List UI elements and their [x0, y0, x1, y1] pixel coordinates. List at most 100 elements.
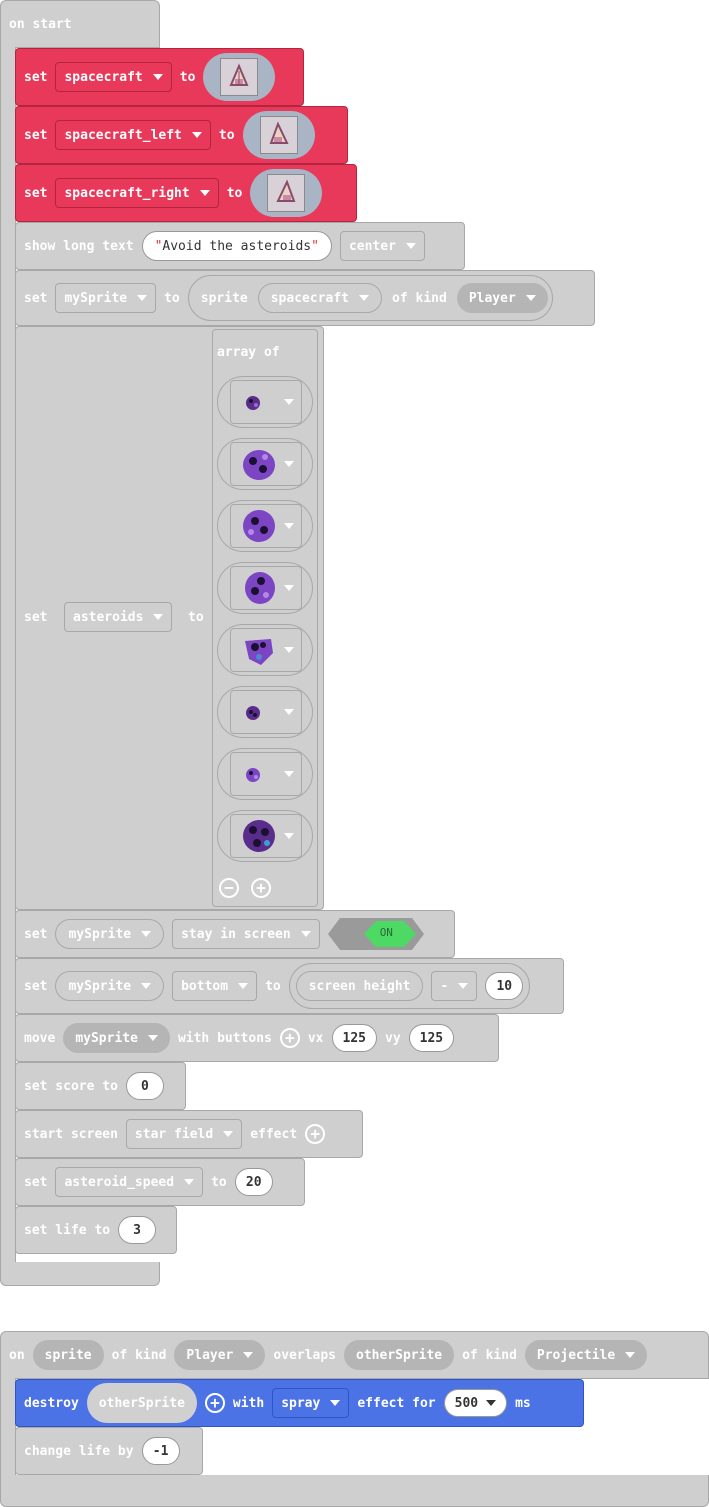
kind-dropdown[interactable]: Player	[456, 283, 548, 313]
overlaps-label: overlaps	[273, 1347, 337, 1363]
variable-dropdown[interactable]: spacecraft_right	[55, 178, 219, 208]
set-asteroids-block[interactable]: set asteroids to array of − +	[15, 326, 324, 910]
of-kind-label: of kind	[392, 290, 447, 306]
set-keyword: set	[24, 610, 48, 625]
on-start-footer	[0, 1262, 160, 1286]
chevron-down-icon	[525, 295, 536, 301]
array-item-image-picker[interactable]	[217, 438, 313, 490]
effect-label: effect	[250, 1126, 298, 1142]
other-sprite-parameter[interactable]: otherSprite	[344, 1340, 455, 1370]
chevron-down-icon	[284, 461, 294, 467]
image-variable-dropdown[interactable]: spacecraft	[257, 283, 383, 313]
operator-value: -	[440, 978, 449, 994]
array-item-image-picker[interactable]	[217, 686, 313, 738]
collapse-plus-icon[interactable]: +	[204, 1393, 225, 1413]
life-input[interactable]: 3	[118, 1216, 157, 1244]
effect-dropdown[interactable]: spray	[272, 1388, 350, 1418]
kind-dropdown[interactable]: Projectile	[524, 1340, 648, 1370]
variable-dropdown[interactable]: asteroid_speed	[55, 1167, 204, 1197]
array-item-image-picker[interactable]	[217, 748, 313, 800]
move-with-buttons-block[interactable]: move mySprite with buttons + vx 125 vy 1…	[15, 1014, 499, 1062]
add-item-icon[interactable]: +	[251, 878, 271, 898]
property-dropdown[interactable]: bottom	[172, 971, 258, 1001]
move-label: move	[24, 1030, 56, 1046]
create-sprite-block[interactable]: sprite spacecraft of kind Player	[187, 275, 553, 321]
set-asteroid-speed-block[interactable]: set asteroid_speed to 20	[15, 1158, 305, 1206]
vx-input[interactable]: 125	[331, 1024, 377, 1052]
life-change-input[interactable]: -1	[141, 1437, 180, 1465]
toggle-switch[interactable]: ON	[327, 918, 424, 950]
change-life-block[interactable]: change life by -1	[15, 1427, 203, 1475]
expand-plus-icon[interactable]: +	[279, 1028, 300, 1048]
show-long-text-block[interactable]: show long text " Avoid the asteroids " cen…	[15, 222, 465, 270]
set-keyword: set	[24, 127, 48, 143]
array-item-image-picker[interactable]	[217, 810, 313, 862]
variable-dropdown[interactable]: spacecraft	[55, 62, 172, 92]
set-bottom-block[interactable]: set mySprite bottom to screen height - 1…	[15, 958, 564, 1014]
chevron-down-icon	[458, 983, 469, 989]
stay-in-screen-block[interactable]: set mySprite stay in screen ON	[15, 910, 455, 958]
toggle-label: ON	[379, 926, 393, 939]
set-spacecraft-block[interactable]: set spacecraft to	[15, 48, 304, 106]
variable-dropdown[interactable]: mySprite	[55, 283, 157, 313]
set-spacecraft-right-block[interactable]: set spacecraft_right to	[15, 164, 357, 222]
chevron-down-icon	[284, 585, 294, 591]
array-item-image-picker[interactable]	[217, 376, 313, 428]
alignment-dropdown[interactable]: center	[339, 231, 425, 261]
change-life-label: change life by	[24, 1443, 134, 1459]
math-expression-block[interactable]: screen height - 10	[288, 963, 531, 1009]
set-keyword: set	[24, 185, 48, 201]
set-life-block[interactable]: set life to 3	[15, 1206, 177, 1254]
score-input[interactable]: 0	[125, 1072, 164, 1100]
image-picker[interactable]	[242, 111, 315, 159]
array-item-image-picker[interactable]	[217, 500, 313, 552]
kind-dropdown[interactable]: Player	[174, 1340, 266, 1370]
on-start-hat[interactable]: on start	[0, 0, 160, 48]
sprite-variable-dropdown[interactable]: mySprite	[63, 1023, 170, 1053]
sprite-variable-dropdown[interactable]: mySprite	[55, 919, 165, 949]
variable-name: mySprite	[68, 978, 132, 994]
sprite-variable-dropdown[interactable]: mySprite	[55, 971, 165, 1001]
duration-dropdown[interactable]: 500	[443, 1389, 508, 1417]
spaceship-image-icon	[259, 116, 298, 154]
text-input[interactable]: " Avoid the asteroids "	[141, 231, 332, 261]
flag-dropdown[interactable]: stay in screen	[172, 919, 320, 949]
start-screen-effect-block[interactable]: start screen star field effect +	[15, 1110, 363, 1158]
effect-dropdown[interactable]: star field	[125, 1119, 243, 1149]
chevron-down-icon	[184, 1179, 195, 1185]
set-spacecraft-left-block[interactable]: set spacecraft_left to	[15, 106, 348, 164]
destroy-block[interactable]: destroy otherSprite + with spray effect …	[15, 1379, 584, 1427]
to-keyword: to	[188, 610, 204, 625]
remove-item-icon[interactable]: −	[219, 878, 239, 898]
effect-name: spray	[281, 1395, 321, 1411]
sprite-parameter[interactable]: sprite	[32, 1340, 104, 1370]
variable-dropdown[interactable]: spacecraft_left	[55, 120, 211, 150]
set-mysprite-block[interactable]: set mySprite to sprite spacecraft of kin…	[15, 270, 595, 326]
on-overlap-hat[interactable]: on sprite of kind Player overlaps otherS…	[0, 1331, 709, 1379]
array-item-image-picker[interactable]	[217, 562, 313, 614]
asteroid-image-icon	[246, 706, 260, 720]
variable-name: asteroid_speed	[64, 1174, 175, 1190]
variable-dropdown[interactable]: asteroids	[64, 602, 173, 632]
image-picker[interactable]	[203, 53, 276, 101]
other-sprite-variable[interactable]: otherSprite	[86, 1383, 197, 1423]
image-picker[interactable]	[250, 169, 323, 217]
flag-name: stay in screen	[181, 926, 291, 942]
spaceship-image-icon	[220, 58, 259, 96]
asteroid-image-icon	[243, 820, 275, 852]
number-input[interactable]: 10	[485, 972, 524, 1000]
parameter-name: otherSprite	[356, 1347, 443, 1363]
set-keyword: set	[24, 978, 48, 994]
speed-input[interactable]: 20	[234, 1168, 273, 1196]
set-score-block[interactable]: set score to 0	[15, 1062, 186, 1110]
on-overlap-footer	[0, 1475, 709, 1507]
expand-plus-icon[interactable]: +	[305, 1124, 326, 1144]
start-screen-label: start screen	[24, 1126, 118, 1142]
array-of-block[interactable]: array of − +	[212, 329, 318, 907]
chevron-down-icon	[359, 295, 370, 301]
to-keyword: to	[164, 290, 180, 306]
operator-dropdown[interactable]: -	[431, 971, 478, 1001]
vy-input[interactable]: 125	[408, 1024, 455, 1052]
screen-height-block[interactable]: screen height	[295, 971, 424, 1001]
array-item-image-picker[interactable]	[217, 624, 313, 676]
